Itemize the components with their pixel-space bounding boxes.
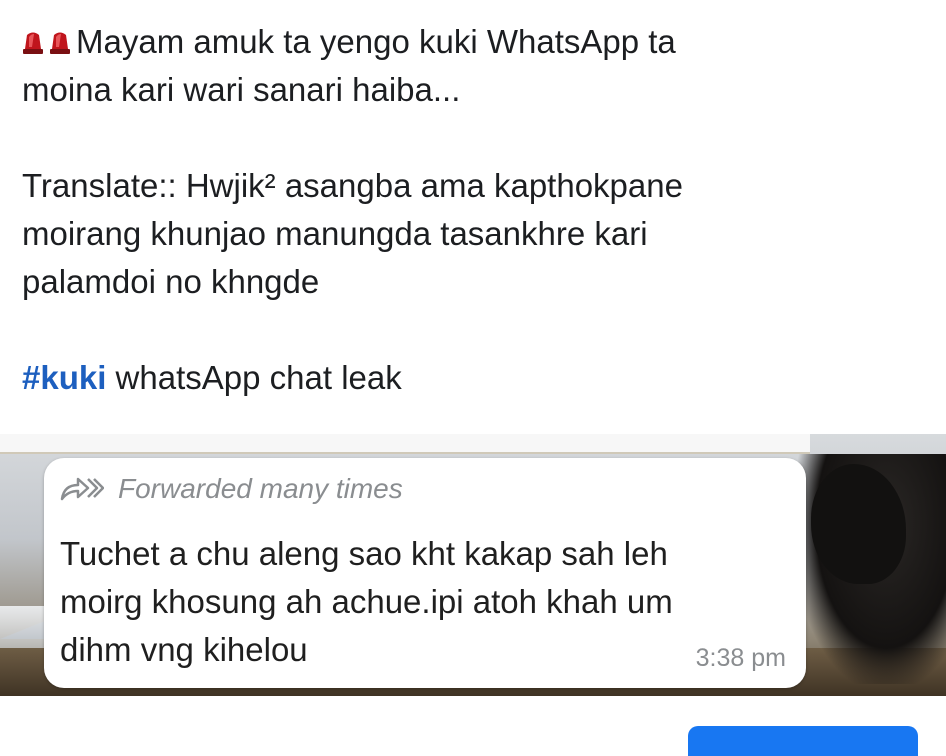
translate-line-1: Translate:: Hwjik² asangba ama kapthokpa… — [22, 167, 683, 204]
image-top-strip — [0, 434, 810, 454]
post-line-1: Mayam amuk ta yengo kuki WhatsApp ta — [22, 18, 922, 66]
message-text: Tuchet a chu aleng sao kht kakap sah leh… — [60, 530, 673, 674]
message-line-1: Tuchet a chu aleng sao kht kakap sah leh — [60, 535, 668, 572]
translate-line-2: moirang khunjao manungda tasankhre kari — [22, 215, 648, 252]
hashtag-link[interactable]: #kuki — [22, 359, 106, 396]
chat-bubble: Forwarded many times Tuchet a chu aleng … — [44, 458, 806, 688]
siren-icon — [50, 32, 70, 54]
siren-icon — [23, 32, 43, 54]
forwarded-icon — [60, 477, 104, 501]
post-line-2: moina kari wari sanari haiba... — [22, 71, 461, 108]
translate-line-3: palamdoi no khngde — [22, 263, 320, 300]
forwarded-label: Forwarded many times — [118, 473, 403, 504]
action-button[interactable] — [688, 726, 918, 756]
message-line-2: moirg khosung ah achue.ipi atoh khah um — [60, 583, 673, 620]
forwarded-header: Forwarded many times — [60, 472, 403, 506]
message-line-3: dihm vng kihelou — [60, 631, 308, 668]
post-text: Mayam amuk ta yengo kuki WhatsApp ta moi… — [22, 18, 922, 402]
post-line-1-text: Mayam amuk ta yengo kuki WhatsApp ta — [76, 23, 676, 60]
hashtag-line-text: whatsApp chat leak — [106, 359, 402, 396]
message-timestamp: 3:38 pm — [695, 644, 786, 672]
hashtag-line: #kuki whatsApp chat leak — [22, 354, 922, 402]
